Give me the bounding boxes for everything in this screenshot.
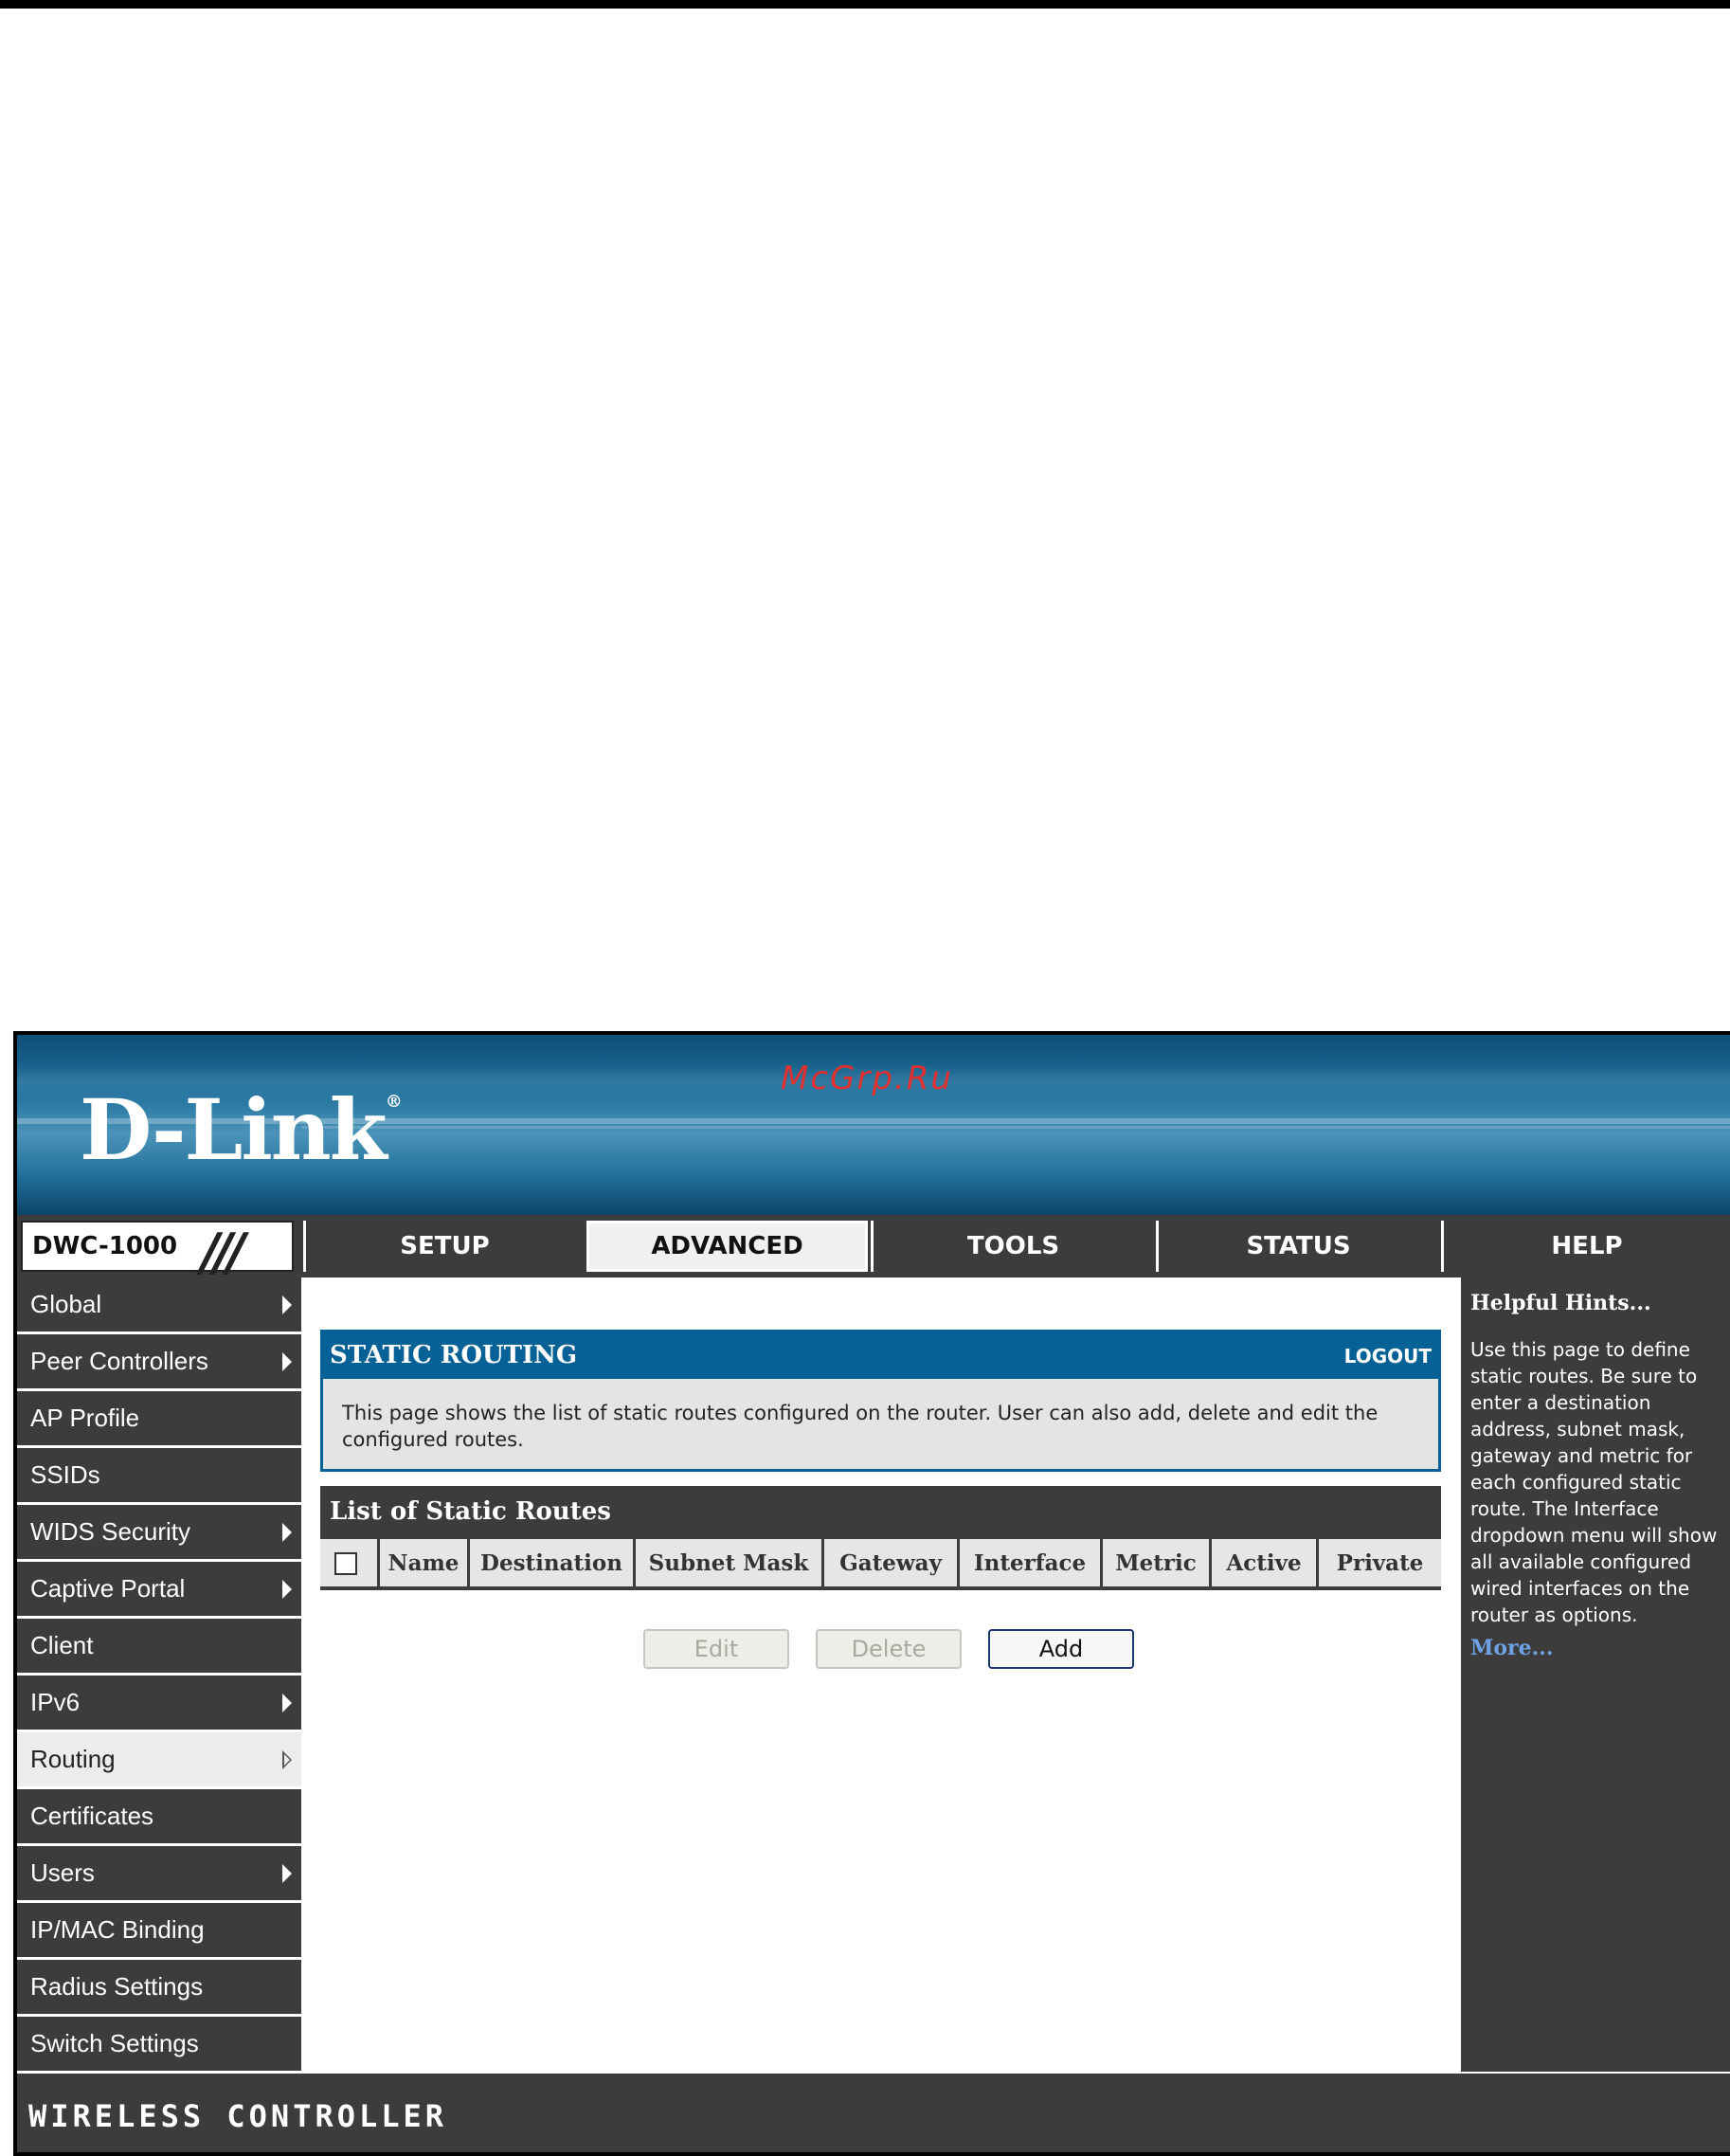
sidebar-item-certificates[interactable]: Certificates (17, 1789, 301, 1843)
logout-link[interactable]: LOGOUT (1344, 1345, 1432, 1368)
chevron-right-icon (282, 1579, 292, 1599)
column-header-metric[interactable]: Metric (1103, 1539, 1209, 1586)
column-header-name[interactable]: Name (380, 1539, 467, 1586)
top-border (0, 0, 1730, 9)
column-header-interface[interactable]: Interface (960, 1539, 1100, 1586)
sidebar-item-global[interactable]: Global (17, 1277, 301, 1332)
help-title: Helpful Hints... (1470, 1291, 1651, 1315)
column-header-gateway[interactable]: Gateway (824, 1539, 957, 1586)
sidebar-item-ipv6[interactable]: IPv6 (17, 1676, 301, 1730)
tab-setup[interactable]: SETUP (303, 1221, 584, 1272)
sidebar-menu: Global Peer Controllers AP Profile SSIDs… (17, 1277, 301, 2072)
sidebar-item-wids-security[interactable]: WIDS Security (17, 1505, 301, 1559)
help-more-link[interactable]: More... (1470, 1636, 1554, 1660)
select-all-cell (320, 1539, 377, 1586)
model-name: DWC-1000 (32, 1232, 178, 1260)
static-routing-header: STATIC ROUTING LOGOUT (320, 1330, 1441, 1379)
header-banner: D-Link® McGrp.Ru (17, 1035, 1730, 1215)
slashes-decoration: /// (201, 1223, 245, 1282)
model-badge: DWC-1000 /// (21, 1221, 294, 1282)
tab-help[interactable]: HELP (1441, 1221, 1730, 1272)
column-header-destination[interactable]: Destination (470, 1539, 633, 1586)
top-navigation: DWC-1000 /// SETUP ADVANCED TOOLS STATUS… (17, 1215, 1730, 1282)
footer-bar: WIRELESS CONTROLLER (17, 2074, 1730, 2152)
select-all-checkbox[interactable] (334, 1552, 357, 1575)
watermark-text: McGrp.Ru (781, 1060, 953, 1097)
sidebar-item-ap-profile[interactable]: AP Profile (17, 1391, 301, 1445)
description-text: This page shows the list of static route… (342, 1402, 1379, 1451)
tab-status[interactable]: STATUS (1156, 1221, 1438, 1272)
page-description: This page shows the list of static route… (320, 1379, 1441, 1472)
column-header-active[interactable]: Active (1212, 1539, 1316, 1586)
chevron-right-icon (282, 1295, 292, 1314)
sidebar-item-users[interactable]: Users (17, 1846, 301, 1900)
sidebar-item-peer-controllers[interactable]: Peer Controllers (17, 1334, 301, 1388)
main-content: STATIC ROUTING LOGOUT This page shows th… (303, 1277, 1459, 2072)
sidebar-item-ssids[interactable]: SSIDs (17, 1448, 301, 1502)
chevron-right-icon (282, 1522, 292, 1542)
tab-tools[interactable]: TOOLS (871, 1221, 1153, 1272)
chevron-right-outline-icon (282, 1749, 292, 1769)
sidebar-item-switch-settings[interactable]: Switch Settings (17, 2017, 301, 2071)
chevron-right-icon (282, 1863, 292, 1883)
delete-button[interactable]: Delete (816, 1629, 962, 1669)
edit-button[interactable]: Edit (643, 1629, 789, 1669)
sidebar-item-routing[interactable]: Routing (17, 1732, 301, 1786)
list-title: List of Static Routes (330, 1497, 611, 1526)
sidebar-item-captive-portal[interactable]: Captive Portal (17, 1562, 301, 1616)
chevron-right-icon (282, 1693, 292, 1712)
column-header-subnet-mask[interactable]: Subnet Mask (636, 1539, 821, 1586)
table-header-row: Name Destination Subnet Mask Gateway Int… (320, 1535, 1441, 1590)
dlink-logo: D-Link® (80, 1080, 403, 1179)
tab-advanced[interactable]: ADVANCED (586, 1221, 868, 1272)
column-header-private[interactable]: Private (1319, 1539, 1441, 1586)
sidebar-item-ip-mac-binding[interactable]: IP/MAC Binding (17, 1903, 301, 1957)
add-button[interactable]: Add (988, 1629, 1134, 1669)
footer-label: WIRELESS CONTROLLER (28, 2098, 448, 2134)
sidebar-item-client[interactable]: Client (17, 1619, 301, 1673)
list-header: List of Static Routes (320, 1486, 1441, 1535)
app-window: D-Link® McGrp.Ru DWC-1000 /// SETUP ADVA… (13, 1031, 1730, 2156)
page-title: STATIC ROUTING (330, 1341, 578, 1369)
help-text: Use this page to define static routes. B… (1470, 1338, 1718, 1626)
chevron-right-icon (282, 1351, 292, 1371)
sidebar-item-radius-settings[interactable]: Radius Settings (17, 1960, 301, 2014)
help-panel: Helpful Hints... Use this page to define… (1461, 1277, 1730, 2072)
